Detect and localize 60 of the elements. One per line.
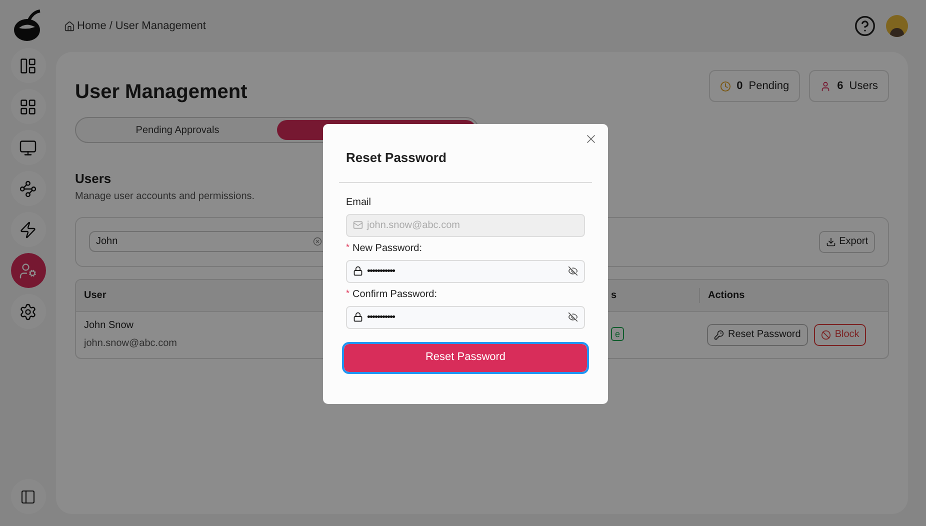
breadcrumb-separator: / — [109, 18, 112, 34]
nav-button[interactable] — [10, 48, 46, 83]
user-icon — [820, 80, 832, 92]
reset-password-submit-button[interactable]: Reset Password — [344, 344, 587, 372]
download-icon — [826, 236, 836, 246]
home-icon — [64, 20, 75, 32]
stat-chip: 6 Users — [809, 70, 889, 102]
section-title: Users — [75, 170, 112, 188]
password-field[interactable]: ••••••••••• — [346, 306, 585, 328]
user-name: John Snow — [84, 319, 134, 333]
breadcrumb-link[interactable]: Home — [77, 18, 106, 34]
block-button[interactable]: Block — [814, 324, 866, 346]
column-header: Actions — [699, 288, 888, 302]
section-subtitle: Manage user accounts and permissions. — [75, 190, 255, 204]
ban-icon — [820, 330, 831, 340]
logo-icon — [13, 8, 43, 42]
close-icon — [584, 132, 598, 146]
export-button[interactable]: Export — [819, 230, 875, 252]
layout-icon — [19, 56, 37, 74]
field-label: New Password: — [352, 242, 422, 256]
status-badge: e — [611, 327, 624, 341]
branch-icon — [19, 180, 37, 198]
clear-icon[interactable] — [313, 237, 322, 246]
dialog-title: Reset Password — [345, 149, 448, 167]
sidebar-toggle-button[interactable] — [10, 479, 46, 514]
required-mark: * — [346, 287, 350, 300]
column-header: s — [611, 290, 617, 300]
panel-icon — [20, 488, 36, 504]
key-icon — [714, 330, 724, 340]
field-label: Confirm Password: — [352, 288, 437, 302]
user-email: john.snow@abc.com — [84, 337, 178, 351]
nav-button[interactable] — [10, 171, 46, 206]
settings-icon — [19, 302, 37, 320]
stat-chip: 0 Pending — [708, 70, 800, 102]
nav-button[interactable] — [10, 253, 46, 288]
clock-icon — [720, 80, 731, 92]
mail-icon — [353, 220, 363, 230]
required-mark: * — [346, 241, 350, 254]
nav-button[interactable] — [10, 294, 46, 329]
page-title: User Management — [75, 80, 248, 105]
eye-off-icon[interactable] — [568, 312, 578, 322]
reset-password-button[interactable]: Reset Password — [707, 324, 808, 346]
lock-icon — [353, 312, 363, 322]
close-button[interactable] — [584, 132, 598, 146]
lock-icon — [353, 266, 363, 276]
nav-button[interactable] — [10, 130, 46, 165]
monitor-icon — [19, 138, 37, 156]
nav-button[interactable] — [10, 212, 46, 247]
breadcrumb-current: User Management — [115, 18, 206, 34]
password-field[interactable]: ••••••••••• — [346, 260, 585, 282]
nav-button[interactable] — [10, 89, 46, 124]
avatar[interactable] — [886, 15, 908, 37]
tab[interactable]: Pending Approvals — [78, 120, 277, 140]
grid-icon — [19, 98, 37, 116]
eye-off-icon[interactable] — [568, 266, 578, 276]
column-header: User — [84, 290, 106, 300]
lightning-icon — [19, 220, 37, 238]
field-label: Email — [346, 196, 372, 210]
user-settings-icon — [19, 262, 37, 280]
help-icon[interactable] — [854, 15, 876, 37]
